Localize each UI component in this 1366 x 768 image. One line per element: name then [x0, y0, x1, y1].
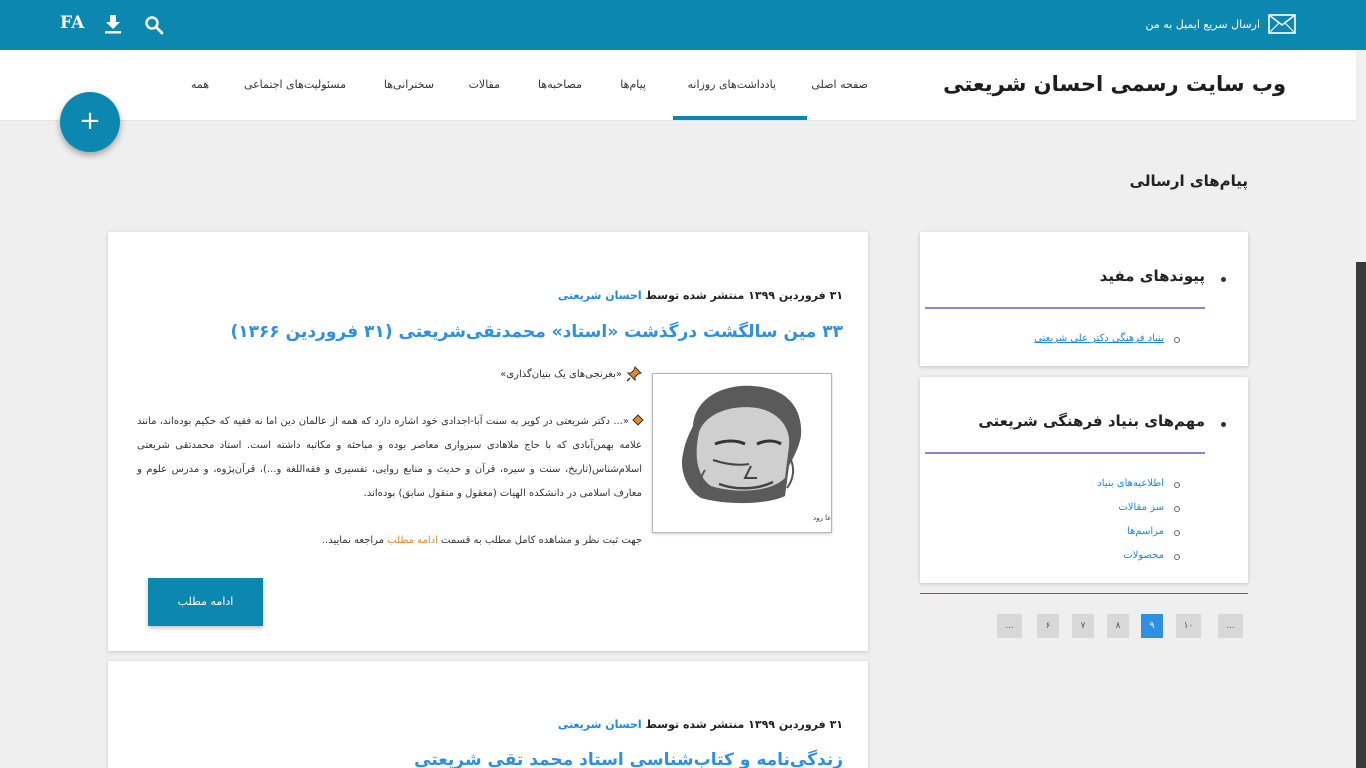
pagination-divider — [920, 593, 1248, 594]
post-published-by: منتشر شده توسط — [645, 289, 745, 302]
post-card: ۳۱ فروردین ۱۳۹۹ منتشر شده توسط احسان شری… — [108, 232, 924, 651]
list-bullet — [1174, 554, 1180, 560]
post-date: ۳۱ فروردین ۱۳۹۹ — [748, 718, 843, 731]
post-published-by: منتشر شده توسط — [645, 718, 745, 731]
post-title-link[interactable]: ۳۳ مین سالگشت درگذشت «استاد» محمدتقی‌شری… — [230, 322, 843, 342]
widget-bullet — [1221, 422, 1226, 427]
quick-email-label: ارسال سریع ایمیل به من — [1145, 17, 1260, 31]
widget-link[interactable]: اطلاعیه‌های بنیاد — [1097, 478, 1164, 489]
widget-title: مهم‌های بنیاد فرهنگی شریعتی — [978, 412, 1205, 430]
pagination-ellipsis[interactable]: ... — [997, 614, 1022, 638]
list-bullet — [1174, 530, 1180, 536]
post-cta-suffix: مراجعه نمایید.. — [321, 535, 385, 546]
portrait-engraving: هرکس به جهان آمد باید که بی‌ادعا رود — [653, 374, 924, 532]
post-cta-prefix: جهت ثبت نظر و مشاهده کامل مطلب به قسمت — [441, 535, 642, 546]
post-subtitle: «بغرنجی‌های یک بنیان‌گذاری» — [500, 366, 642, 382]
widget-divider — [925, 452, 1205, 454]
pagination-page[interactable]: ۱۰ — [1176, 614, 1201, 638]
post-cta-link[interactable]: ادامه مطلب — [387, 535, 438, 546]
post-image[interactable]: هرکس به جهان آمد باید که بی‌ادعا رود — [652, 373, 924, 533]
active-nav-indicator — [673, 116, 807, 120]
pagination-page[interactable]: ۷ — [1072, 614, 1094, 638]
list-bullet — [1174, 337, 1180, 343]
pagination-page[interactable]: ۶ — [1037, 614, 1059, 638]
main-navbar: وب سایت رسمی احسان شریعتی صفحه اصلی یادد… — [0, 50, 1356, 121]
widget-link[interactable]: سر مقالات — [1118, 502, 1164, 513]
useful-links-widget: پیوندهای مفید بنیاد فرهنگی دکتر علی شریع… — [920, 232, 1248, 366]
pushpin-icon — [626, 366, 642, 382]
download-icon[interactable] — [104, 14, 122, 34]
pagination-ellipsis[interactable]: ... — [1218, 614, 1243, 638]
nav-item-social-responsibilities[interactable]: مسئولیت‌های اجتماعی — [244, 78, 346, 91]
nav-item-articles[interactable]: مقالات — [469, 78, 500, 91]
foundation-highlights-widget: مهم‌های بنیاد فرهنگی شریعتی اطلاعیه‌های … — [920, 377, 1248, 583]
language-switch[interactable]: FA — [60, 13, 84, 33]
post-meta: ۳۱ فروردین ۱۳۹۹ منتشر شده توسط احسان شری… — [558, 718, 843, 731]
section-title: پیام‌های ارسالی — [1129, 172, 1248, 190]
nav-item-daily-notes[interactable]: یادداشت‌های روزانه — [688, 78, 777, 91]
list-bullet — [1174, 482, 1180, 488]
diamond-bullet-icon — [632, 414, 644, 426]
nav-item-speeches[interactable]: سخنرانی‌ها — [384, 78, 434, 91]
widget-link[interactable]: بنیاد فرهنگی دکتر علی شریعتی — [1034, 333, 1164, 344]
post-author-link[interactable]: احسان شریعتی — [558, 289, 642, 302]
post-excerpt: «... دکتر شریعتی در کویر به سنت آبا-اجدا… — [137, 410, 644, 506]
post-cta: جهت ثبت نظر و مشاهده کامل مطلب به قسمت ا… — [322, 535, 642, 546]
top-bar: ارسال سریع ایمیل به من FA — [0, 0, 1366, 50]
pagination-page-active[interactable]: ۹ — [1141, 614, 1163, 638]
quick-email-button[interactable]: ارسال سریع ایمیل به من — [1146, 14, 1296, 34]
widget-title: پیوندهای مفید — [1099, 267, 1205, 285]
nav-item-interviews[interactable]: مصاحبه‌ها — [538, 78, 582, 91]
floating-add-button[interactable]: + — [60, 92, 120, 152]
post-meta: ۳۱ فروردین ۱۳۹۹ منتشر شده توسط احسان شری… — [558, 289, 843, 302]
post-author-link[interactable]: احسان شریعتی — [558, 718, 642, 731]
widget-link[interactable]: محصولات — [1123, 550, 1164, 561]
nav-item-messages[interactable]: پیام‌ها — [620, 78, 646, 91]
pagination-page[interactable]: ۸ — [1107, 614, 1129, 638]
post-title-link[interactable]: زندگی‌نامه و کتاب‌شناسی استاد محمد تقی ش… — [414, 750, 843, 768]
widget-divider — [925, 307, 1205, 309]
nav-item-home[interactable]: صفحه اصلی — [811, 78, 868, 91]
nav-item-all[interactable]: همه — [191, 78, 209, 91]
read-more-button[interactable]: ادامه مطلب — [148, 578, 263, 626]
mail-icon — [1268, 14, 1296, 34]
image-caption: هرکس به جهان آمد باید که بی‌ادعا رود — [813, 513, 831, 522]
scrollbar-thumb[interactable] — [1356, 262, 1366, 768]
list-bullet — [1174, 506, 1180, 512]
search-icon[interactable] — [144, 15, 164, 35]
site-title[interactable]: وب سایت رسمی احسان شریعتی — [943, 72, 1286, 96]
post-card: ۳۱ فروردین ۱۳۹۹ منتشر شده توسط احسان شری… — [108, 661, 868, 768]
post-subtitle-text: «بغرنجی‌های یک بنیان‌گذاری» — [500, 368, 622, 380]
post-excerpt-text: «... دکتر شریعتی در کویر به سنت آبا-اجدا… — [137, 416, 642, 499]
post-date: ۳۱ فروردین ۱۳۹۹ — [748, 289, 843, 302]
widget-bullet — [1221, 277, 1226, 282]
widget-link[interactable]: مراسم‌ها — [1127, 526, 1164, 537]
